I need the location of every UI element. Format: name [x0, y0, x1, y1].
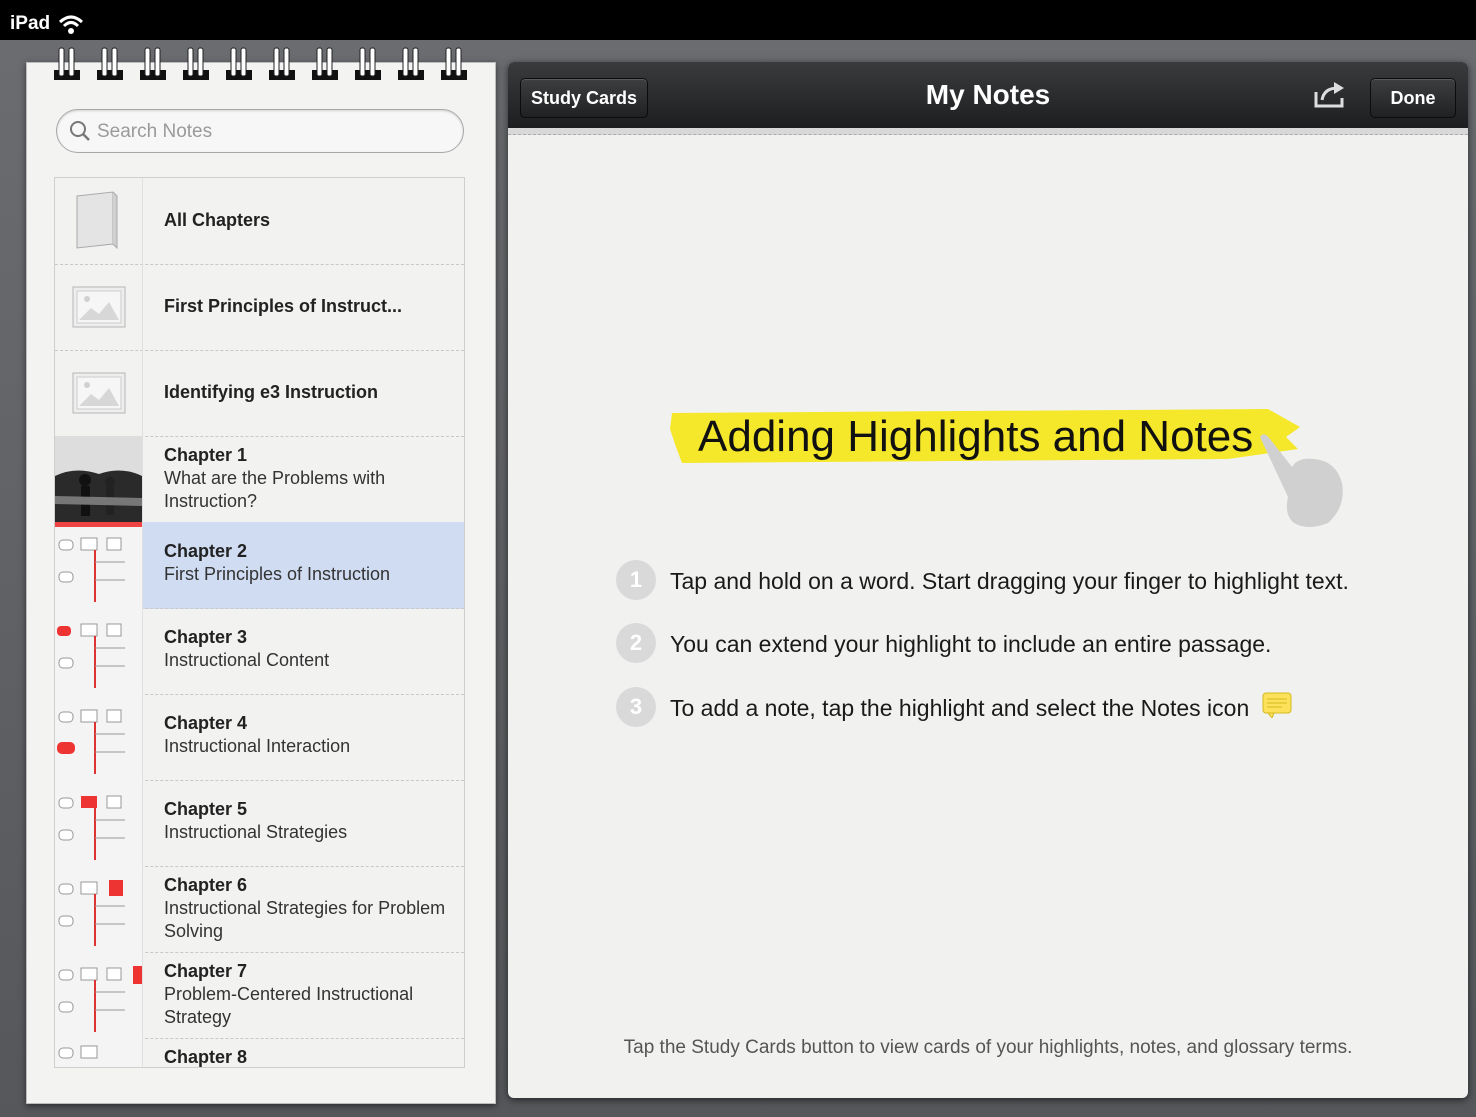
chapter-subtitle: Instructional Strategies [164, 822, 348, 842]
diagram-thumbnail [55, 866, 143, 952]
chapter-title: Chapter 3 [164, 627, 248, 647]
notes-icon [1262, 692, 1292, 718]
pointing-hand-icon [1260, 434, 1343, 527]
ring-icon [355, 47, 381, 80]
chapter-row[interactable]: Chapter 8 [55, 1038, 464, 1067]
notes-navbar: Study Cards My Notes Done [508, 62, 1468, 130]
ring-icon [441, 47, 467, 80]
help-title: Adding Highlights and Notes [698, 412, 1254, 461]
ring-icon [398, 47, 424, 80]
chapter-row[interactable]: Chapter 5 Instructional Strategies [55, 780, 464, 867]
diagram-thumbnail [55, 1038, 143, 1067]
chapter-subtitle: First Principles of Instruction [164, 564, 391, 584]
share-icon[interactable] [1312, 80, 1348, 110]
ring-icon [140, 47, 166, 80]
chapter-subtitle: Instructional Content [164, 650, 330, 670]
diagram-thumbnail [55, 522, 143, 608]
ring-icon [312, 47, 338, 80]
step-text: Tap and hold on a word. Start dragging y… [670, 568, 1349, 594]
chapter-row-selected[interactable]: Chapter 2 First Principles of Instructio… [55, 522, 464, 609]
image-placeholder-icon [55, 264, 143, 350]
diagram-thumbnail [55, 694, 143, 780]
chapter-title: Chapter 4 [164, 713, 248, 733]
chapter-title: Chapter 7 [164, 961, 248, 981]
book-icon [55, 178, 143, 264]
chapter-title: First Principles of Instruct... [164, 296, 403, 316]
image-placeholder-icon [55, 350, 143, 436]
chapter-row[interactable]: Chapter 7 Problem-Centered Instructional… [55, 952, 464, 1039]
step-number-badge: 3 [616, 687, 656, 727]
ring-icon [226, 47, 252, 80]
ring-icon [183, 47, 209, 80]
diagram-thumbnail [55, 952, 143, 1038]
chapter-row[interactable]: Chapter 4 Instructional Interaction [55, 694, 464, 781]
search-input[interactable]: Search Notes [56, 109, 464, 153]
chapter-row[interactable]: Identifying e3 Instruction [55, 350, 464, 437]
device-name: iPad [10, 13, 51, 34]
chapter-title: Chapter 6 [164, 875, 248, 895]
chapter-subtitle: Instructional Strategies for Problem Sol… [164, 898, 446, 941]
search-placeholder: Search Notes [97, 121, 213, 142]
chapter-row[interactable]: Chapter 3 Instructional Content [55, 608, 464, 695]
notebook-binding-rings [26, 46, 494, 86]
chapter-title: Chapter 2 [164, 541, 248, 561]
step-text: To add a note, tap the highlight and sel… [670, 695, 1250, 721]
search-icon [70, 121, 90, 141]
footer-tip: Tap the Study Cards button to view cards… [623, 1037, 1353, 1058]
classroom-photo [55, 436, 143, 522]
chapter-subtitle: Instructional Interaction [164, 736, 351, 756]
chapter-subtitle: What are the Problems with Instruction? [164, 468, 386, 511]
chapter-title: Identifying e3 Instruction [164, 382, 379, 402]
navbar-stitching [508, 128, 1468, 135]
help-headline: Adding Highlights and Notes [668, 407, 1343, 527]
chapter-subtitle: Problem-Centered Instructional Strategy [164, 984, 414, 1027]
chapter-row[interactable]: First Principles of Instruct... [55, 264, 464, 351]
done-button[interactable]: Done [1370, 78, 1456, 118]
my-notes-panel: Study Cards My Notes Done Adding Highlig… [508, 62, 1468, 1098]
chapter-title: Chapter 1 [164, 445, 248, 465]
status-bar: iPad [0, 0, 1476, 40]
chapter-list[interactable]: All Chapters First Principles of Instruc… [54, 177, 465, 1068]
step-number-badge: 2 [616, 623, 656, 663]
step-text: You can extend your highlight to include… [670, 631, 1272, 657]
ring-icon [97, 47, 123, 80]
chapter-row[interactable]: Chapter 1 What are the Problems with Ins… [55, 436, 464, 523]
chapters-notebook: Search Notes All Chapters First Principl… [26, 62, 496, 1104]
chapter-title: All Chapters [164, 210, 271, 230]
ring-icon [269, 47, 295, 80]
chapter-title: Chapter 5 [164, 799, 248, 819]
chapter-row[interactable]: Chapter 6 Instructional Strategies for P… [55, 866, 464, 953]
chapter-row-all[interactable]: All Chapters [55, 178, 464, 265]
chapter-title: Chapter 8 [164, 1047, 248, 1067]
diagram-thumbnail [55, 608, 143, 694]
diagram-thumbnail [55, 780, 143, 866]
step-number-badge: 1 [616, 560, 656, 600]
ring-icon [54, 47, 80, 80]
wifi-icon [58, 15, 84, 34]
